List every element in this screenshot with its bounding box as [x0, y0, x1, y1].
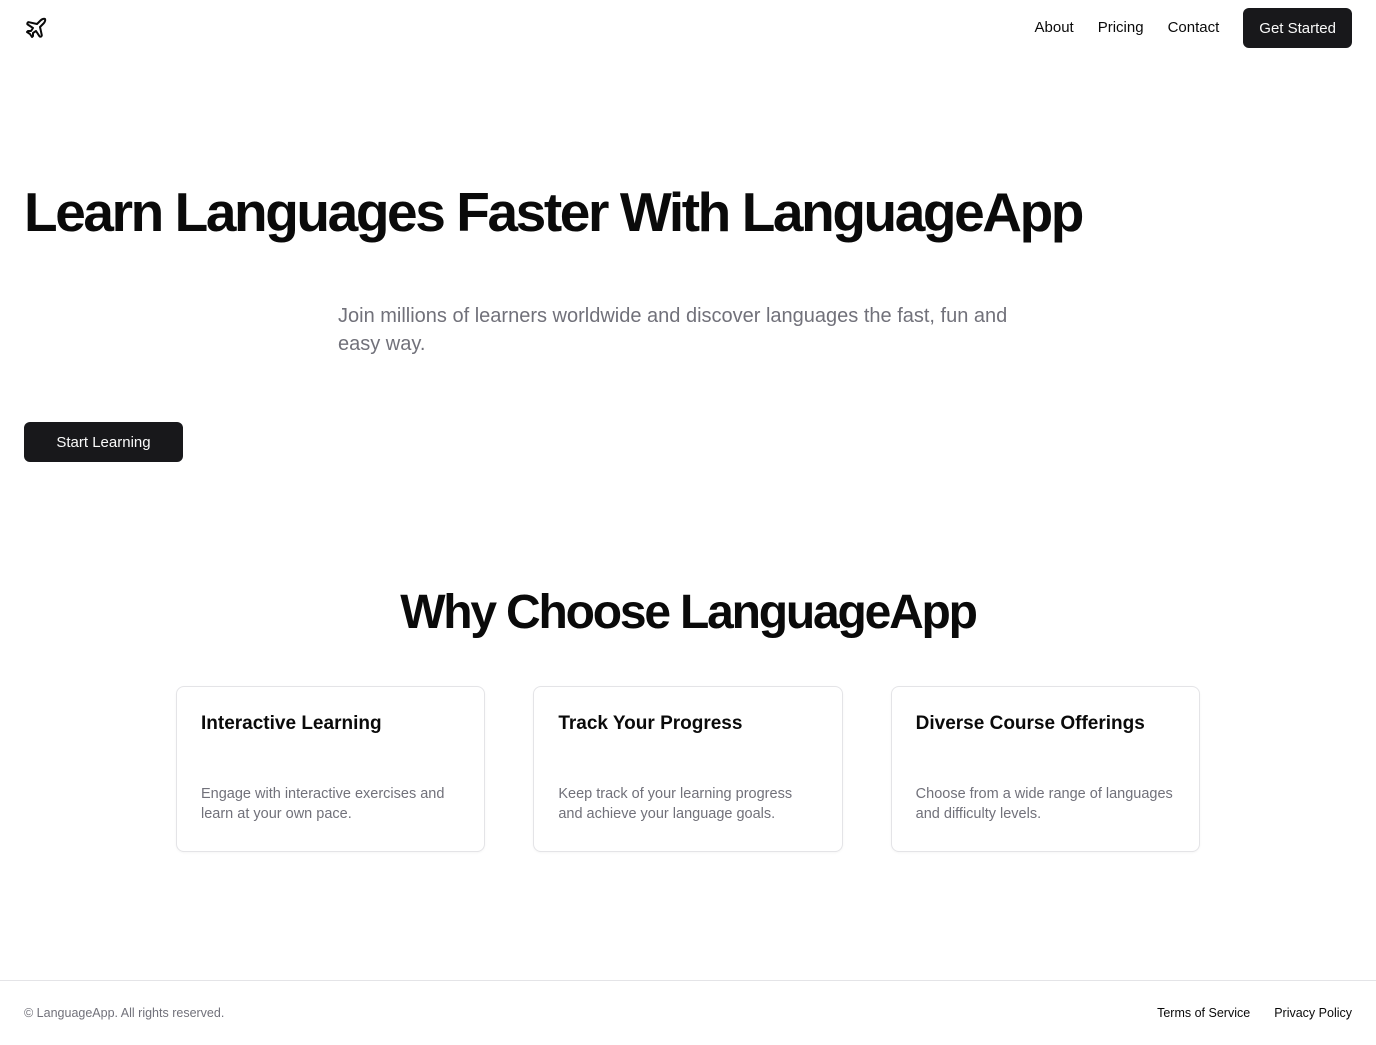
feature-card-diverse-courses: Diverse Course Offerings Choose from a w… [890, 686, 1200, 852]
hero-title: Learn Languages Faster With LanguageApp [24, 181, 1084, 243]
nav-link-pricing[interactable]: Pricing [1098, 18, 1144, 38]
feature-card-title: Diverse Course Offerings [915, 713, 1145, 734]
plane-icon[interactable] [24, 16, 48, 40]
landing-page: About Pricing Contact Get Started Learn … [0, 0, 1376, 1045]
get-started-button[interactable]: Get Started [1243, 8, 1352, 48]
feature-card-track-progress: Track Your Progress Keep track of your l… [533, 686, 843, 852]
main-nav: About Pricing Contact Get Started [1035, 8, 1352, 48]
privacy-policy-link[interactable]: Privacy Policy [1274, 1006, 1352, 1020]
feature-card-description: Choose from a wide range of languages an… [915, 786, 1173, 822]
site-header: About Pricing Contact Get Started [0, 0, 1376, 56]
feature-card-title: Interactive Learning [201, 713, 382, 734]
site-footer: © LanguageApp. All rights reserved. Term… [0, 980, 1376, 1045]
feature-cards: Interactive Learning Engage with interac… [176, 686, 1200, 852]
footer-links: Terms of Service Privacy Policy [1157, 1006, 1352, 1020]
feature-card-title: Track Your Progress [558, 713, 743, 734]
nav-link-contact[interactable]: Contact [1168, 18, 1220, 38]
nav-link-about[interactable]: About [1035, 18, 1074, 38]
start-learning-button[interactable]: Start Learning [24, 422, 183, 462]
hero-subtitle: Join millions of learners worldwide and … [338, 305, 1008, 355]
feature-card-description: Keep track of your learning progress and… [558, 786, 793, 822]
copyright-text: © LanguageApp. All rights reserved. [24, 1006, 225, 1020]
features-title: Why Choose LanguageApp [400, 586, 978, 639]
feature-card-interactive-learning: Interactive Learning Engage with interac… [176, 686, 486, 852]
feature-card-description: Engage with interactive exercises and le… [201, 786, 445, 822]
terms-of-service-link[interactable]: Terms of Service [1157, 1006, 1250, 1020]
